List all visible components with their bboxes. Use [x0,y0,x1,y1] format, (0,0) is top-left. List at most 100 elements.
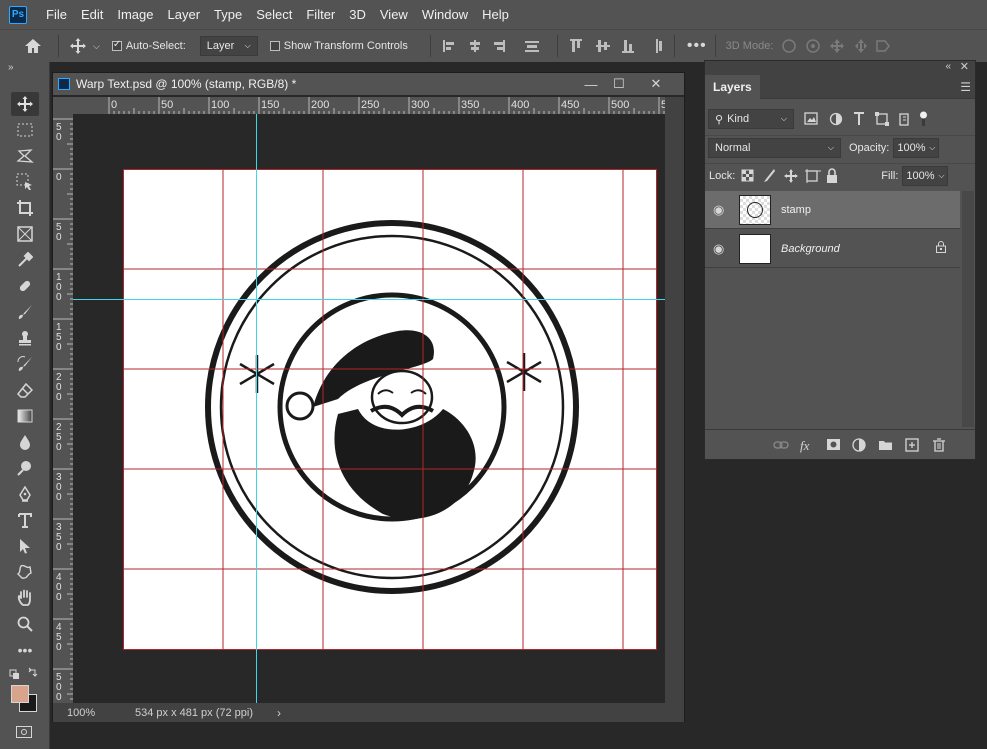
layer-name[interactable]: stamp [781,204,811,216]
layer-row-background[interactable]: ◉ Background [705,230,960,268]
brush-tool[interactable] [11,300,39,324]
clone-stamp-tool[interactable] [11,326,39,350]
more-options-icon[interactable]: ••• [687,37,707,55]
history-brush-icon [17,356,32,371]
tab-layers[interactable]: Layers [705,75,760,99]
panel-menu-icon[interactable]: ☰ [960,80,971,94]
eraser-tool[interactable] [11,378,39,402]
document-info: 534 px x 481 px (72 ppi) [135,706,254,719]
custom-shape-tool[interactable] [11,560,39,584]
fill-field[interactable]: 100% ⌵ [902,165,949,186]
opacity-field[interactable]: 100% ⌵ [893,137,940,158]
menu-layer[interactable]: Layer [161,0,208,29]
menu-file[interactable]: File [39,0,74,29]
filter-kind-dropdown[interactable]: ⚲ Kind ⌵ [708,109,794,129]
opacity-value: 100% [897,141,926,154]
menu-filter[interactable]: Filter [299,0,342,29]
align-icons[interactable] [442,38,543,54]
menu-bar: Ps File Edit Image Layer Type Select Fil… [0,0,987,29]
menu-help[interactable]: Help [475,0,516,29]
blend-mode-dropdown[interactable]: Normal ⌵ [708,137,841,158]
zoom-tool[interactable] [11,612,39,636]
maximize-button[interactable]: ☐ [606,73,632,95]
type-tool[interactable] [11,508,39,532]
menu-3d[interactable]: 3D [342,0,373,29]
zoom-icon [17,616,33,632]
canvas[interactable] [123,169,657,650]
chevron-down-icon[interactable]: ⌵ [93,41,100,52]
pen-tool[interactable] [11,482,39,506]
ruler-origin[interactable] [53,97,73,114]
swap-colors-icons[interactable] [9,667,39,681]
new-group-icon [879,441,892,450]
horizontal-ruler[interactable]: 05010015020025030035040045050055 [73,97,665,114]
auto-select-target-value: Layer [206,40,235,52]
object-select-tool[interactable] [11,170,39,194]
foreground-color-swatch[interactable] [11,685,29,703]
distribute-icons[interactable] [569,38,670,54]
home-icon[interactable] [22,35,44,57]
collapse-panel-icon[interactable]: « [945,61,951,73]
horizontal-guide[interactable] [73,299,666,300]
auto-select-toggle[interactable]: Auto-Select: [111,39,186,52]
visibility-eye-icon[interactable]: ◉ [713,241,727,257]
document-titlebar[interactable]: Warp Text.psd @ 100% (stamp, RGB/8) * — … [53,73,684,95]
collapse-panel-icon[interactable]: » [8,62,14,73]
minimize-button[interactable]: — [578,73,604,95]
fill-value: 100% [906,169,935,182]
auto-select-checkbox[interactable] [111,39,122,51]
path-selection-tool[interactable] [11,534,39,558]
blend-opacity-row: Normal ⌵ Opacity: 100% ⌵ [705,135,975,159]
layer-name[interactable]: Background [781,243,840,255]
dodge-tool[interactable] [11,456,39,480]
menu-select[interactable]: Select [249,0,299,29]
healing-brush-tool[interactable] [11,274,39,298]
lock-fill-row: Lock: Fill: 100% ⌵ [705,163,975,187]
quick-mask-icon[interactable] [16,726,32,738]
vertical-scrollbar[interactable] [665,97,684,703]
layers-scrollbar[interactable] [962,191,974,427]
move-icon [17,96,33,112]
show-transform-toggle[interactable]: Show Transform Controls [269,40,408,52]
blur-tool[interactable] [11,430,39,454]
gradient-tool[interactable] [11,404,39,428]
edit-toolbar-button[interactable]: ••• [11,638,39,662]
document-window: Warp Text.psd @ 100% (stamp, RGB/8) * — … [52,72,685,722]
menu-image[interactable]: Image [110,0,160,29]
ruler-label: 400 [511,99,529,111]
chevron-right-icon[interactable]: › [277,706,281,720]
auto-select-target-dropdown[interactable]: Layer ⌵ [199,36,258,56]
marquee-tool[interactable] [11,118,39,142]
vertical-ruler[interactable]: 50050100150200250300350400450500 [53,114,73,706]
lasso-tool[interactable] [11,144,39,168]
auto-select-label: Auto-Select: [125,40,186,52]
menu-type[interactable]: Type [207,0,249,29]
crop-tool[interactable] [11,196,39,220]
close-panel-icon[interactable]: ✕ [960,61,969,73]
close-button[interactable]: ✕ [643,73,669,95]
frame-tool[interactable] [11,222,39,246]
move-tool-icon[interactable] [67,35,89,57]
3d-mode-icons[interactable] [781,37,901,55]
lock-icons[interactable] [741,167,841,184]
zoom-level[interactable]: 100% [67,707,133,719]
move-tool[interactable] [11,92,39,116]
menu-view[interactable]: View [373,0,415,29]
vertical-guide[interactable] [256,114,257,703]
document-icon [58,78,70,90]
menu-edit[interactable]: Edit [74,0,110,29]
ruler-label: 500 [611,99,629,111]
crop-icon [17,200,33,216]
lock-icon[interactable] [936,241,946,256]
layer-thumbnail[interactable] [739,233,771,264]
menu-window[interactable]: Window [415,0,475,29]
layer-actions[interactable]: fx [773,437,953,453]
history-brush-tool[interactable] [11,352,39,376]
eyedropper-tool[interactable] [11,248,39,272]
layer-thumbnail[interactable] [739,194,771,225]
layer-row-stamp[interactable]: ◉ stamp [705,191,960,229]
hand-tool[interactable] [11,586,39,610]
visibility-eye-icon[interactable]: ◉ [713,202,727,218]
show-transform-checkbox[interactable] [269,41,280,51]
layer-filter-icons[interactable] [804,111,934,127]
